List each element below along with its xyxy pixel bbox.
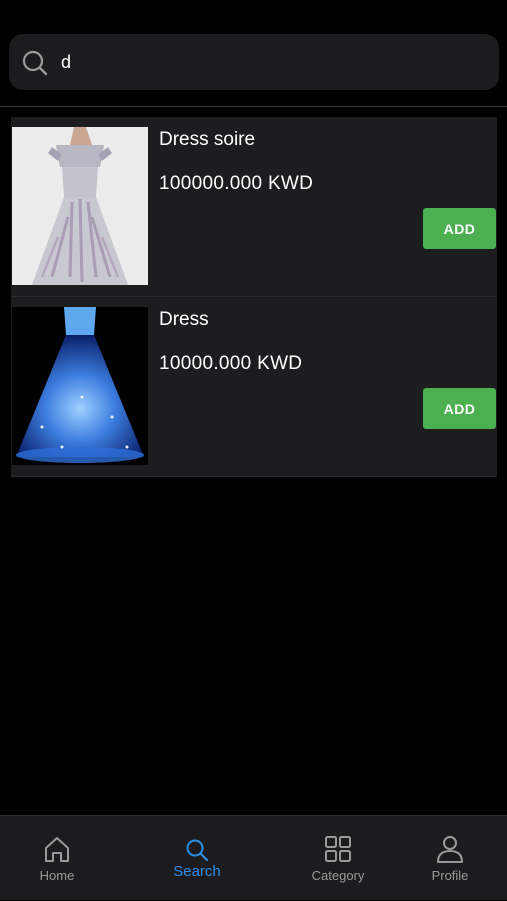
add-to-cart-button[interactable]: ADD <box>423 388 496 429</box>
home-icon <box>45 837 69 862</box>
product-card[interactable]: Dress soire 100000.000 KWD ADD <box>11 117 497 297</box>
grid-icon <box>325 836 351 862</box>
tab-label: Category <box>311 868 365 883</box>
search-icon <box>186 839 209 862</box>
tab-home[interactable]: Home <box>7 816 107 901</box>
product-price: 10000.000 KWD <box>159 353 303 374</box>
tab-profile[interactable]: Profile <box>400 816 500 901</box>
bottom-tab-bar: Home Search Category Profile <box>0 815 507 900</box>
tab-label: Search <box>173 863 221 880</box>
divider <box>0 106 507 107</box>
search-bar[interactable] <box>9 34 499 90</box>
product-title[interactable]: Dress soire <box>159 129 255 151</box>
search-input[interactable] <box>61 46 481 78</box>
product-price: 100000.000 KWD <box>159 173 314 194</box>
search-icon <box>22 50 48 76</box>
tab-label: Home <box>39 868 75 883</box>
tab-category[interactable]: Category <box>288 816 388 901</box>
tab-label: Profile <box>431 868 469 883</box>
product-image-dress-soire[interactable] <box>12 127 148 285</box>
product-image-dress[interactable] <box>12 307 148 465</box>
tab-search[interactable]: Search <box>147 816 247 901</box>
user-icon <box>437 836 463 863</box>
product-card[interactable]: Dress 10000.000 KWD ADD <box>11 297 497 477</box>
product-title[interactable]: Dress <box>159 309 209 331</box>
add-to-cart-button[interactable]: ADD <box>423 208 496 249</box>
results-list: Dress soire 100000.000 KWD ADD Dress 100… <box>11 117 497 477</box>
